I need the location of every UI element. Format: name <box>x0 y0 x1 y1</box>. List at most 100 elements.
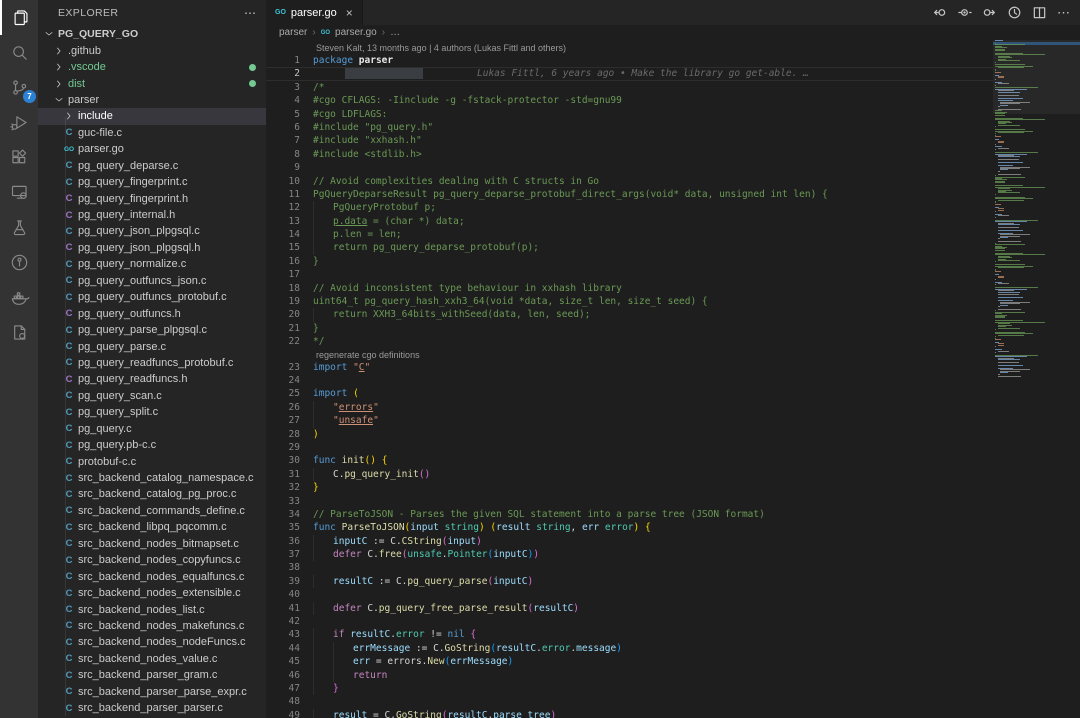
code-line-9[interactable]: 9 <box>266 161 993 174</box>
code-line-27[interactable]: 27"unsafe" <box>266 414 993 427</box>
activity-extensions-icon[interactable] <box>0 140 38 175</box>
activity-run-debug-icon[interactable] <box>0 105 38 140</box>
tree-file-src-backend-catalog-namespace.c[interactable]: Csrc_backend_catalog_namespace.c <box>38 470 266 486</box>
tree-file-pg-query.pb-c.c[interactable]: Cpg_query.pb-c.c <box>38 437 266 453</box>
activity-source-control-icon[interactable]: 7 <box>0 70 38 105</box>
tree-file-pg-query-deparse.c[interactable]: Cpg_query_deparse.c <box>38 158 266 174</box>
tree-file-pg-query-split.c[interactable]: Cpg_query_split.c <box>38 404 266 420</box>
breadcrumb-item[interactable]: … <box>390 27 400 38</box>
code-line-7[interactable]: 7#include "xxhash.h" <box>266 134 993 147</box>
code-line-36[interactable]: 36inputC := C.CString(input) <box>266 535 993 548</box>
code-line-49[interactable]: 49result = C.GoString(resultC.parse_tree… <box>266 709 993 718</box>
activity-project-manager-icon[interactable] <box>0 315 38 350</box>
tree-folder-pg-query-go[interactable]: PG_QUERY_GO <box>38 26 266 42</box>
file-history-icon[interactable] <box>1006 5 1022 21</box>
code-line-10[interactable]: 10// Avoid complexities dealing with C s… <box>266 175 993 188</box>
code-line-5[interactable]: 5#cgo LDFLAGS: <box>266 108 993 121</box>
tree-file-protobuf-c.c[interactable]: Cprotobuf-c.c <box>38 453 266 469</box>
tree-file-src-backend-nodes-nodefuncs.c[interactable]: Csrc_backend_nodes_nodeFuncs.c <box>38 634 266 650</box>
activity-explorer-icon[interactable] <box>0 0 38 35</box>
code-line-12[interactable]: 12PgQueryProtobuf p; <box>266 201 993 214</box>
activity-remote-explorer-icon[interactable] <box>0 175 38 210</box>
tree-file-src-backend-parser-parser.c[interactable]: Csrc_backend_parser_parser.c <box>38 700 266 716</box>
open-changes-icon[interactable] <box>956 5 972 21</box>
code-line-46[interactable]: 46return <box>266 669 993 682</box>
code-line-17[interactable]: 17 <box>266 268 993 281</box>
code-line-41[interactable]: 41defer C.pg_query_free_parse_result(res… <box>266 602 993 615</box>
code-line-42[interactable]: 42 <box>266 615 993 628</box>
tree-file-pg-query-parse-plpgsql.c[interactable]: Cpg_query_parse_plpgsql.c <box>38 322 266 338</box>
code-line-13[interactable]: 13p.data = (char *) data; <box>266 215 993 228</box>
tree-file-pg-query-parse.c[interactable]: Cpg_query_parse.c <box>38 338 266 354</box>
code-line-21[interactable]: 21} <box>266 322 993 335</box>
code-line-20[interactable]: 20return XXH3_64bits_withSeed(data, len,… <box>266 308 993 321</box>
tree-folder-.github[interactable]: .github <box>38 42 266 58</box>
code-line-35[interactable]: 35func ParseToJSON(input string) (result… <box>266 521 993 534</box>
code-line-22[interactable]: 22*/ <box>266 335 993 348</box>
tree-folder-parser[interactable]: parser <box>38 92 266 108</box>
tree-file-pg-query-outfuncs.h[interactable]: Cpg_query_outfuncs.h <box>38 305 266 321</box>
tab-close-icon[interactable]: × <box>346 6 353 20</box>
next-change-icon[interactable] <box>981 5 997 21</box>
code-line-34[interactable]: 34// ParseToJSON - Parses the given SQL … <box>266 508 993 521</box>
code-line-45[interactable]: 45err = errors.New(errMessage) <box>266 655 993 668</box>
tree-file-src-backend-nodes-list.c[interactable]: Csrc_backend_nodes_list.c <box>38 601 266 617</box>
tree-file-src-backend-nodes-equalfuncs.c[interactable]: Csrc_backend_nodes_equalfuncs.c <box>38 568 266 584</box>
breadcrumb-item[interactable]: parser <box>279 27 307 38</box>
codelens-authors[interactable]: Steven Kalt, 13 months ago | 4 authors (… <box>266 42 993 54</box>
code-line-18[interactable]: 18// Avoid inconsistent type behaviour i… <box>266 282 993 295</box>
code-line-14[interactable]: 14p.len = len; <box>266 228 993 241</box>
code-line-47[interactable]: 47} <box>266 682 993 695</box>
code-line-1[interactable]: 1package parser <box>266 54 993 67</box>
code-line-16[interactable]: 16} <box>266 255 993 268</box>
code-line-30[interactable]: 30func init() { <box>266 454 993 467</box>
tree-file-pg-query-json-plpgsql.h[interactable]: Cpg_query_json_plpgsql.h <box>38 240 266 256</box>
code-line-19[interactable]: 19uint64_t pg_query_hash_xxh3_64(void *d… <box>266 295 993 308</box>
code-line-39[interactable]: 39resultC := C.pg_query_parse(inputC) <box>266 575 993 588</box>
code-line-38[interactable]: 38 <box>266 561 993 574</box>
code-line-24[interactable]: 24 <box>266 374 993 387</box>
previous-change-icon[interactable] <box>931 5 947 21</box>
tree-folder-include[interactable]: include <box>38 108 266 124</box>
breadcrumb-item[interactable]: parser.go <box>335 27 377 38</box>
code-line-44[interactable]: 44errMessage := C.GoString(resultC.error… <box>266 642 993 655</box>
code-line-32[interactable]: 32} <box>266 481 993 494</box>
tree-file-src-backend-commands-define.c[interactable]: Csrc_backend_commands_define.c <box>38 503 266 519</box>
tree-file-guc-file.c[interactable]: Cguc-file.c <box>38 125 266 141</box>
tree-folder-.vscode[interactable]: .vscode <box>38 59 266 75</box>
codelens-regenerate-cgo[interactable]: regenerate cgo definitions <box>266 349 993 361</box>
tree-file-src-backend-nodes-copyfuncs.c[interactable]: Csrc_backend_nodes_copyfuncs.c <box>38 552 266 568</box>
code-line-37[interactable]: 37defer C.free(unsafe.Pointer(inputC)) <box>266 548 993 561</box>
tree-file-src-backend-nodes-extensible.c[interactable]: Csrc_backend_nodes_extensible.c <box>38 585 266 601</box>
tree-file-src-backend-parser-parse-expr.c[interactable]: Csrc_backend_parser_parse_expr.c <box>38 684 266 700</box>
tree-file-pg-query-normalize.c[interactable]: Cpg_query_normalize.c <box>38 256 266 272</box>
tree-file-pg-query-readfuncs-protobuf.c[interactable]: Cpg_query_readfuncs_protobuf.c <box>38 355 266 371</box>
code-line-11[interactable]: 11PgQueryDeparseResult pg_query_deparse_… <box>266 188 993 201</box>
code-line-3[interactable]: 3/* <box>266 81 993 94</box>
code-line-4[interactable]: 4#cgo CFLAGS: -Iinclude -g -fstack-prote… <box>266 94 993 107</box>
code-line-48[interactable]: 48 <box>266 695 993 708</box>
code-line-33[interactable]: 33 <box>266 495 993 508</box>
tree-file-pg-query-json-plpgsql.c[interactable]: Cpg_query_json_plpgsql.c <box>38 223 266 239</box>
code-line-25[interactable]: 25import ( <box>266 387 993 400</box>
code-editor[interactable]: Steven Kalt, 13 months ago | 4 authors (… <box>266 40 993 718</box>
code-line-6[interactable]: 6#include "pg_query.h" <box>266 121 993 134</box>
tree-file-src-backend-nodes-makefuncs.c[interactable]: Csrc_backend_nodes_makefuncs.c <box>38 618 266 634</box>
code-line-29[interactable]: 29 <box>266 441 993 454</box>
tab-parser-go[interactable]: GO parser.go × <box>266 0 363 25</box>
activity-testing-icon[interactable] <box>0 210 38 245</box>
tree-file-pg-query.c[interactable]: Cpg_query.c <box>38 421 266 437</box>
code-line-28[interactable]: 28) <box>266 428 993 441</box>
code-line-40[interactable]: 40 <box>266 588 993 601</box>
code-line-23[interactable]: 23import "C" <box>266 361 993 374</box>
tree-file-src-backend-parser-gram.c[interactable]: Csrc_backend_parser_gram.c <box>38 667 266 683</box>
code-line-15[interactable]: 15return pg_query_deparse_protobuf(p); <box>266 241 993 254</box>
code-line-26[interactable]: 26"errors" <box>266 401 993 414</box>
explorer-more-actions-icon[interactable]: ⋯ <box>244 6 256 20</box>
tree-file-pg-query-fingerprint.h[interactable]: Cpg_query_fingerprint.h <box>38 190 266 206</box>
activity-docker-icon[interactable] <box>0 280 38 315</box>
code-line-2[interactable]: 2Lukas Fittl, 6 years ago • Make the lib… <box>266 67 993 80</box>
tree-file-src-backend-nodes-value.c[interactable]: Csrc_backend_nodes_value.c <box>38 651 266 667</box>
tree-file-pg-query-fingerprint.c[interactable]: Cpg_query_fingerprint.c <box>38 174 266 190</box>
tree-file-src-backend-libpq-pqcomm.c[interactable]: Csrc_backend_libpq_pqcomm.c <box>38 519 266 535</box>
